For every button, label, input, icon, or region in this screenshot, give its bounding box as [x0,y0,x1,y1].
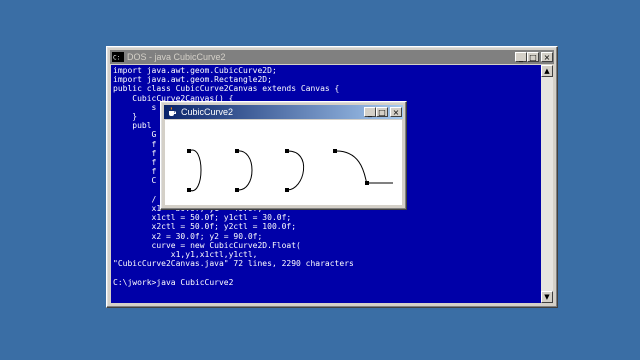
control-point [235,149,239,153]
curve-3 [286,150,304,191]
maximize-button[interactable]: □ [376,107,388,117]
curves-drawing [187,149,393,192]
close-button[interactable]: × [390,107,402,117]
control-point [333,149,337,153]
close-button[interactable]: × [541,52,553,62]
console-line: x2ctl = 50.0f; y2ctl = 100.0f; [113,222,297,232]
dos-titlebar[interactable]: C: DOS - java CubicCurve2 _ □ × [110,50,554,64]
cubiccurve2-window[interactable]: CubicCurve2 _ □ × [160,101,407,210]
curve-2 [236,150,253,191]
scroll-down-icon[interactable]: ▼ [541,291,553,303]
control-point [365,181,369,185]
control-point [285,149,289,153]
maximize-button[interactable]: □ [527,52,539,62]
console-line: x1,y1,x1ctl,y1ctl, [113,250,258,260]
dos-window-icon: C: [112,52,124,62]
console-line: import java.awt.geom.CubicCurve2D; [113,66,277,75]
cubiccurve2-titlebar[interactable]: CubicCurve2 _ □ × [164,105,403,119]
console-line: x2 = 30.0f; y2 = 90.0f; [113,231,263,241]
vertical-scrollbar[interactable]: ▲ ▼ [541,65,553,303]
console-line: import java.awt.geom.Rectangle2D; [113,75,272,85]
console-line: x1ctl = 50.0f; y1ctl = 30.0f; [113,213,292,223]
cubiccurve2-title: CubicCurve2 [181,107,234,117]
control-point [235,188,239,192]
curve-canvas [165,120,402,205]
console-line: public class CubicCurve2Canvas extends C… [113,84,340,94]
curve-4 [334,150,393,184]
minimize-button[interactable]: _ [364,107,376,117]
svg-text:C:: C: [113,55,120,62]
console-line: C:\jwork>java CubicCurve2 [113,277,234,287]
control-point [187,149,191,153]
console-line: curve = new CubicCurve2D.Float( [113,240,301,250]
java-cup-icon [166,107,178,117]
curve-1 [188,149,202,192]
control-point [187,188,191,192]
control-point [285,188,289,192]
console-line: "CubicCurve2Canvas.java" 72 lines, 2290 … [113,259,354,269]
minimize-button[interactable]: _ [515,52,527,62]
dos-title: DOS - java CubicCurve2 [127,52,226,62]
scroll-up-icon[interactable]: ▲ [541,65,553,77]
